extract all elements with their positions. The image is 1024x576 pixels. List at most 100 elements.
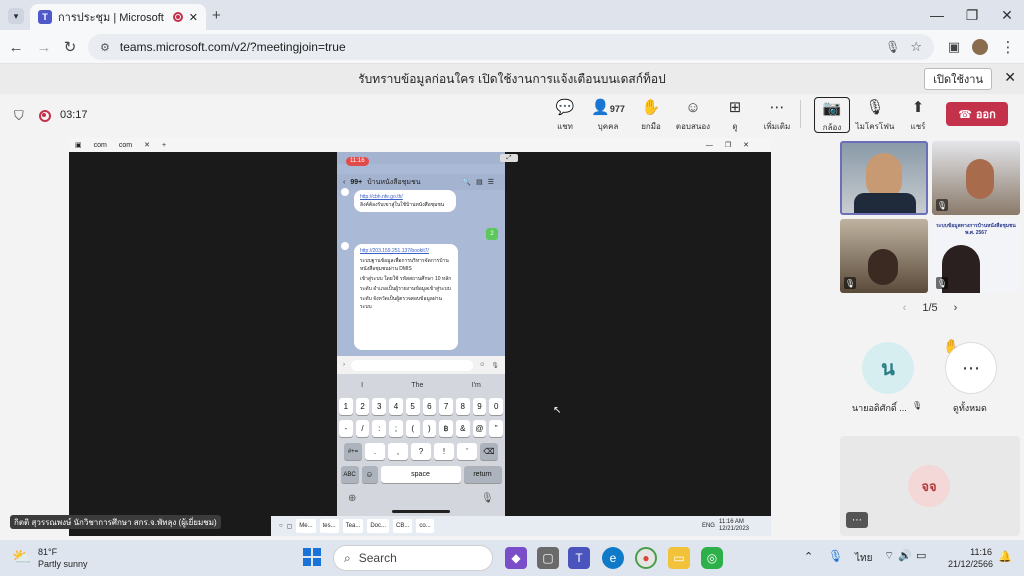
weather-widget[interactable]: 81°F Partly sunny	[38, 546, 88, 570]
chat-header: ‹ 99+ บ้านหนังสือชุมชน 🔍▤☰	[337, 174, 505, 190]
globe-icon: ⊕	[348, 493, 357, 504]
chat-icon: 💬	[555, 99, 575, 116]
toolbar-divider	[800, 100, 801, 128]
camera-button[interactable]: 📷 กล้อง	[814, 97, 850, 133]
shield-icon[interactable]: ⛉	[14, 108, 24, 124]
voice-icon: 🎙	[491, 362, 499, 369]
microphone-button[interactable]: 🎙 ไมโครโฟน	[853, 98, 897, 138]
bookmark-star-icon[interactable]: ☆	[910, 39, 922, 55]
line-app-icon[interactable]: ◎	[701, 547, 723, 569]
self-avatar[interactable]: จจ	[908, 465, 950, 507]
search-icon: ⌕	[344, 550, 351, 565]
emoji-icon: ☺	[479, 362, 486, 368]
chat-header-icons: 🔍▤☰	[462, 179, 499, 186]
task-view-icon[interactable]: ▢	[537, 547, 559, 569]
notification-close-icon[interactable]: ✕	[1004, 69, 1016, 86]
copilot-icon[interactable]: ◆	[505, 547, 527, 569]
phone-expand-icon: ⤢	[500, 154, 518, 162]
inner-search-icon: ○	[279, 523, 283, 529]
self-view-more-button[interactable]: ⋯	[846, 512, 868, 528]
recording-indicator-icon	[39, 110, 51, 122]
taskbar-clock[interactable]: 11:16 21/12/2566	[948, 546, 993, 570]
teams-logo-icon: T	[38, 10, 52, 24]
participant-tile-3[interactable]: 🎙	[840, 219, 928, 293]
minimize-icon[interactable]: —	[920, 4, 954, 26]
browser-menu-icon[interactable]: ⋮	[998, 37, 1018, 57]
raise-hand-button[interactable]: ✋ ยกมือ	[629, 98, 673, 138]
teams-icon[interactable]: T	[568, 547, 590, 569]
view-all-label: ดูทั้งหมด	[953, 403, 987, 413]
react-button[interactable]: ☺ ตอบสนอง	[671, 98, 715, 138]
people-button[interactable]: 👤977 บุคคล	[586, 98, 630, 138]
view-button[interactable]: ⊞ ดู	[713, 98, 757, 138]
participant-face	[866, 153, 902, 197]
participant-face	[966, 159, 994, 199]
participant-tile-2[interactable]: 🎙	[932, 141, 1020, 215]
participant-pager: ‹ 1/5 ›	[840, 300, 1020, 316]
pager-next-icon[interactable]: ›	[954, 302, 958, 314]
new-tab-icon[interactable]: +	[212, 7, 221, 24]
chat-bubble-1: http://cbh.nfe.go.th/ ลิงค์ต้องรับเขาสู่…	[354, 190, 456, 212]
weather-icon[interactable]: ⛅	[12, 547, 32, 567]
browser-tab[interactable]: T การประชุม | Microsoft Teams ✕	[30, 4, 206, 30]
share-button[interactable]: ⬆ แชร์	[896, 98, 940, 138]
site-settings-icon[interactable]: ⚙	[100, 41, 110, 54]
tray-network-sound-battery-icons[interactable]: ⌔🔊▭	[884, 549, 930, 563]
reload-icon[interactable]: ↻	[60, 37, 80, 57]
pager-prev-icon[interactable]: ‹	[903, 302, 907, 314]
participant-tile-4[interactable]: ระบบข้อมูลทางการบ้านหนังสือชุมชน พ.ศ. 25…	[932, 219, 1020, 293]
taskbar-search[interactable]: ⌕ Search	[333, 545, 493, 571]
notification-bell-icon[interactable]: 🔔	[998, 550, 1012, 563]
keyboard-row-numbers: 1 2 3 4 5 6 7 8 9 0	[338, 398, 504, 415]
hand-icon: ✋	[641, 99, 661, 116]
participant-avatar-1[interactable]: น	[862, 342, 914, 394]
participant-face	[868, 249, 898, 285]
chat-title: บ้านหนังสือชุมชน	[367, 178, 421, 186]
leave-button[interactable]: ☎ ออก	[946, 102, 1008, 126]
chat-input-bar: › ☺ 🎙	[337, 356, 505, 374]
more-button[interactable]: ⋯ เพิ่มเติม	[755, 98, 799, 138]
tray-overflow-icon[interactable]: ⌃	[804, 550, 813, 563]
mic-off-icon: 🎙	[936, 199, 948, 211]
chat-message-field	[351, 359, 474, 371]
back-icon[interactable]: ←	[6, 37, 26, 57]
edge-icon[interactable]: e	[602, 547, 624, 569]
file-explorer-icon[interactable]: ▭	[668, 547, 690, 569]
chat-avatar	[341, 188, 349, 196]
chat-unread-count: 99+	[350, 178, 363, 186]
restore-icon[interactable]: ❐	[955, 4, 989, 26]
camera-off-icon: 📷	[822, 100, 842, 117]
side-panel-icon[interactable]: ▣	[944, 37, 964, 57]
chat-badge: 2	[486, 228, 498, 240]
tray-mic-icon[interactable]: 🎙	[828, 549, 843, 563]
view-all-button[interactable]: ⋯	[945, 342, 997, 394]
smile-icon: ☺	[685, 99, 701, 116]
windows-start-icon[interactable]	[303, 548, 321, 566]
input-language[interactable]: ไทย	[855, 551, 872, 566]
home-indicator	[392, 510, 450, 513]
chat-expand-icon: ›	[343, 362, 345, 368]
participant-tile-1[interactable]	[840, 141, 928, 215]
tab-close-icon[interactable]: ✕	[189, 11, 198, 24]
tab-list-chevron-icon[interactable]: ▾	[8, 8, 24, 24]
chat-bubble-2: http://203.159.251.137/bookit7/ ระบบฐานข…	[354, 244, 458, 350]
forward-icon[interactable]: →	[34, 37, 54, 57]
keyboard-row-punct: #+= . , ? ! ' ⌫	[339, 443, 503, 460]
chrome-icon[interactable]: ●	[635, 547, 657, 569]
chat-back-icon: ‹	[343, 178, 346, 186]
shared-screen-taskbar: ○ ▢ Me... tes... Tea... Doc... CB... co.…	[271, 516, 771, 536]
phone-status-time: 11:16	[346, 157, 369, 166]
profile-avatar[interactable]	[972, 39, 988, 55]
participant-body	[854, 193, 916, 213]
more-icon: ⋯	[769, 99, 785, 116]
grid-icon: ⊞	[728, 99, 742, 116]
chat-button[interactable]: 💬 แชท	[543, 98, 587, 138]
shared-window-controls: —❐✕	[705, 142, 761, 149]
enable-notifications-button[interactable]: เปิดใช้งาน	[924, 68, 992, 90]
shared-tab-close-icon: ✕	[144, 142, 150, 149]
mic-off-icon: 🎙	[936, 277, 948, 289]
shared-new-tab-icon: +	[161, 141, 167, 149]
voice-search-icon[interactable]: 🎙	[885, 40, 900, 54]
window-close-icon[interactable]: ✕	[990, 4, 1024, 26]
url-bar[interactable]: ⚙ teams.microsoft.com/v2/?meetingjoin=tr…	[88, 34, 934, 60]
